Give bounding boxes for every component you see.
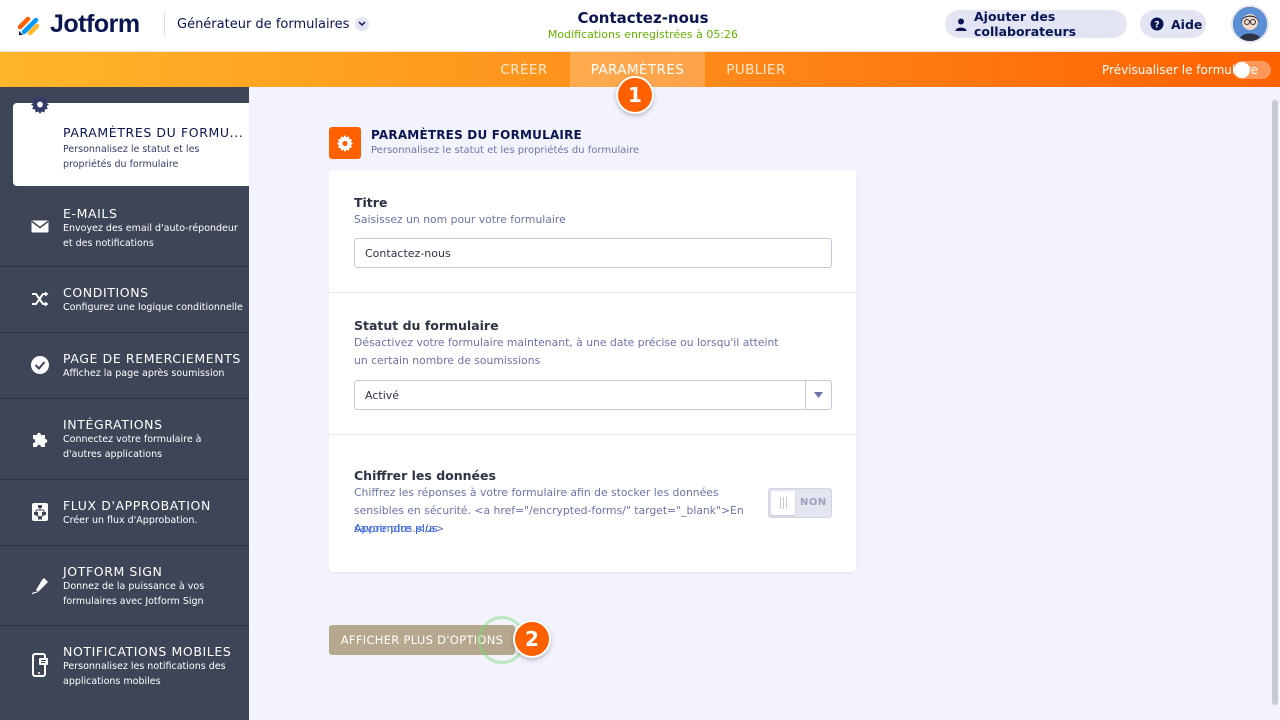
section-title: PARAMÈTRES DU FORMULAIRE [371,128,582,142]
sidebar-item-desc: Configurez une logique conditionnelle [63,302,243,313]
learn-more-link[interactable]: Apprendre plus [354,522,438,535]
sidebar-item-desc: Affichez la page après soumission [63,368,225,379]
jotform-logo-icon [16,11,42,37]
envelope-icon [30,216,50,236]
title-field-desc: Saisissez un nom pour votre formulaire [354,213,566,226]
section-gear-icon [329,127,361,159]
step-badge-1: 1 [616,76,654,114]
sidebar-item-emails[interactable]: E-MAILS Envoyez des email d'auto-réponde… [0,186,249,267]
title-field-label: Titre [354,195,388,210]
pen-icon [30,576,50,596]
help-label: Aide [1171,16,1203,32]
help-icon: ? [1150,17,1164,31]
jotform-logo[interactable]: Jotform [16,10,140,38]
svg-text:?: ? [1154,21,1159,31]
form-title[interactable]: Contactez-nous [500,8,786,28]
add-collaborators-label: Ajouter des collaborateurs [974,9,1077,39]
sidebar-item-approval-flow[interactable]: FLUX D'APPROBATION Créer un flux d'Appro… [0,480,249,546]
step-badge-2: 2 [513,620,551,658]
preview-toggle[interactable] [1233,61,1271,79]
sidebar-item-desc: Créer un flux d'Approbation. [63,515,198,526]
sidebar-item-title: PARAMÈTRES DU FORMU... [63,125,244,140]
page-scrollbar[interactable] [1272,100,1278,705]
status-field-desc: Désactivez votre formulaire maintenant, … [354,336,779,367]
sidebar-item-title: JOTFORM SIGN [63,564,163,579]
sidebar-item-title: NOTIFICATIONS MOBILES [63,644,232,659]
status-field-label: Statut du formulaire [354,318,499,333]
preview-toggle-knob [1234,62,1250,78]
sidebar-item-thank-you-page[interactable]: PAGE DE REMERCIEMENTS Affichez la page a… [0,333,249,399]
sidebar-item-jotform-sign[interactable]: JOTFORM SIGN Donnez de la puissance à vo… [0,546,249,626]
user-icon [955,17,967,31]
encrypt-toggle[interactable]: NON [768,488,832,518]
builder-menu[interactable]: Générateur de formulaires [177,14,370,34]
avatar[interactable] [1231,5,1269,43]
builder-label: Générateur de formulaires [177,16,350,32]
help-button[interactable]: ? Aide [1140,10,1206,38]
tab-publier[interactable]: PUBLIER [705,52,807,87]
sidebar-item-conditions[interactable]: CONDITIONS Configurez une logique condit… [0,267,249,333]
sidebar-item-form-settings[interactable]: PARAMÈTRES DU FORMU... Personnalisez le … [13,95,249,186]
sidebar-item-desc: Donnez de la puissance à vos formulaires… [63,581,205,607]
form-status-value: Activé [365,388,400,402]
top-header: Jotform Générateur de formulaires Contac… [0,0,1280,52]
settings-sidebar: PARAMÈTRES DU FORMU... Personnalisez le … [0,87,249,720]
card-divider [329,292,856,293]
tab-creer[interactable]: CRÉER [478,52,570,87]
settings-card: Titre Saisissez un nom pour votre formul… [329,170,856,572]
sidebar-item-title: PAGE DE REMERCIEMENTS [63,351,241,366]
logo-text: Jotform [50,9,140,38]
puzzle-icon [30,429,50,449]
sidebar-item-desc: Personnalisez les notifications des appl… [63,661,226,687]
form-title-input[interactable]: Contactez-nous [354,238,832,268]
section-subtitle: Personnalisez le statut et les propriété… [371,145,640,156]
sidebar-item-mobile-notifications[interactable]: NOTIFICATIONS MOBILES Personnalisez les … [0,626,249,720]
header-divider [164,12,165,36]
check-circle-icon [30,355,50,375]
gear-icon [30,94,50,114]
sidebar-item-title: INTÉGRATIONS [63,417,163,432]
chevron-down-icon [355,17,370,31]
sidebar-item-title: CONDITIONS [63,285,149,300]
sidebar-item-title: FLUX D'APPROBATION [63,498,211,513]
card-divider [329,434,856,435]
encrypt-toggle-label: NON [800,497,827,508]
save-status: Modifications enregistrées à 05:26 [547,28,739,41]
toggle-handle-icon [771,491,795,515]
sidebar-item-title: E-MAILS [63,206,118,221]
scroll-up-icon[interactable] [1272,90,1278,104]
shuffle-icon [30,289,50,309]
sidebar-item-desc: Personnalisez le statut et les propriété… [63,144,200,170]
form-status-select[interactable]: Activé [354,380,832,410]
sidebar-item-integrations[interactable]: INTÉGRATIONS Connectez votre formulaire … [0,399,249,480]
sidebar-item-desc: Connectez votre formulaire à d'autres ap… [63,434,202,460]
encrypt-field-label: Chiffrer les données [354,468,496,483]
form-title-block: Contactez-nous Modifications enregistrée… [500,8,786,42]
dropdown-arrow-icon [805,381,831,409]
flow-icon [30,502,50,522]
add-collaborators-button[interactable]: Ajouter des collaborateurs [945,9,1127,39]
sidebar-item-desc: Envoyez des email d'auto-répondeur et de… [63,223,238,249]
mobile-icon [30,653,50,677]
